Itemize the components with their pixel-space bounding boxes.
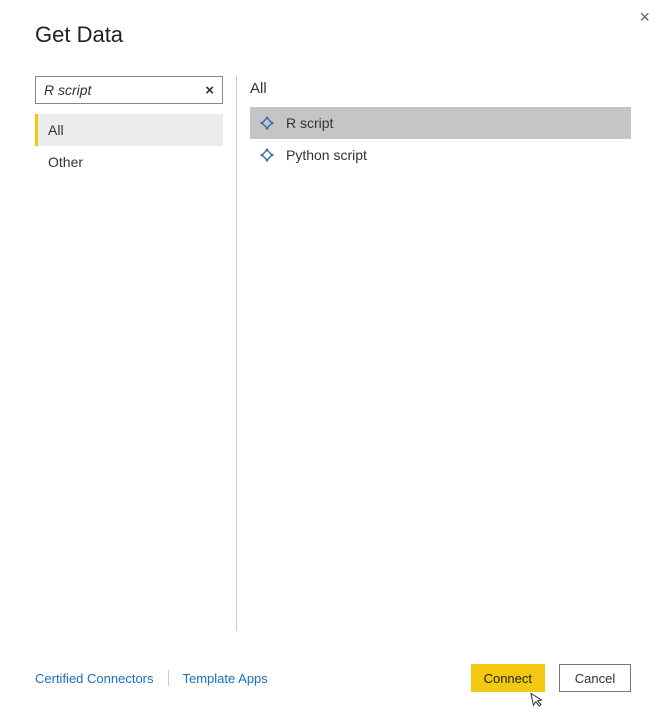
connector-icon xyxy=(260,148,274,162)
connector-label: Python script xyxy=(286,147,367,163)
connector-label: R script xyxy=(286,115,333,131)
page-title: Get Data xyxy=(0,0,664,48)
category-item-all[interactable]: All xyxy=(35,114,223,146)
clear-search-icon[interactable]: × xyxy=(203,82,216,99)
cancel-button[interactable]: Cancel xyxy=(559,664,631,692)
connector-pane: All R script xyxy=(250,76,631,616)
search-field[interactable]: × xyxy=(35,76,223,104)
content-area: × All Other All R scrip xyxy=(0,48,664,616)
connector-list: R script Python script xyxy=(250,107,631,171)
category-item-other[interactable]: Other xyxy=(35,146,223,178)
connect-button[interactable]: Connect xyxy=(471,664,545,692)
close-icon[interactable]: × xyxy=(639,8,650,26)
certified-connectors-link[interactable]: Certified Connectors xyxy=(35,671,154,686)
connector-item-r-script[interactable]: R script xyxy=(250,107,631,139)
pane-divider xyxy=(236,76,237,631)
connector-list-header: All xyxy=(250,76,631,107)
connector-item-python-script[interactable]: Python script xyxy=(250,139,631,171)
footer-buttons: Connect Cancel xyxy=(471,664,631,692)
link-separator xyxy=(168,670,169,686)
category-label: All xyxy=(48,122,64,138)
mouse-cursor xyxy=(530,690,548,715)
category-label: Other xyxy=(48,154,83,170)
footer: Certified Connectors Template Apps Conne… xyxy=(35,664,631,692)
category-pane: × All Other xyxy=(35,76,223,616)
search-input[interactable] xyxy=(44,82,203,98)
connector-icon xyxy=(260,116,274,130)
footer-links: Certified Connectors Template Apps xyxy=(35,670,268,686)
template-apps-link[interactable]: Template Apps xyxy=(183,671,268,686)
